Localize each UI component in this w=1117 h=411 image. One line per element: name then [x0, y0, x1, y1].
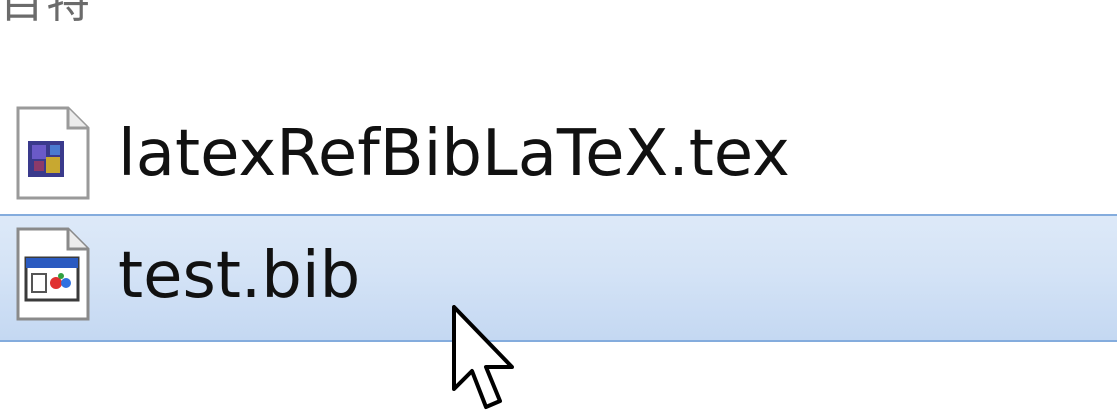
tex-file-icon	[16, 106, 90, 200]
file-row-bib[interactable]: test.bib	[0, 214, 1117, 342]
file-name-tex: latexRefBibLaTeX.tex	[118, 117, 790, 191]
file-row-tex[interactable]: latexRefBibLaTeX.tex	[0, 90, 1117, 216]
column-header-partial: 目特	[0, 0, 92, 28]
bib-file-icon	[16, 227, 90, 321]
file-name-bib: test.bib	[118, 239, 361, 313]
mouse-pointer-icon	[452, 305, 514, 409]
